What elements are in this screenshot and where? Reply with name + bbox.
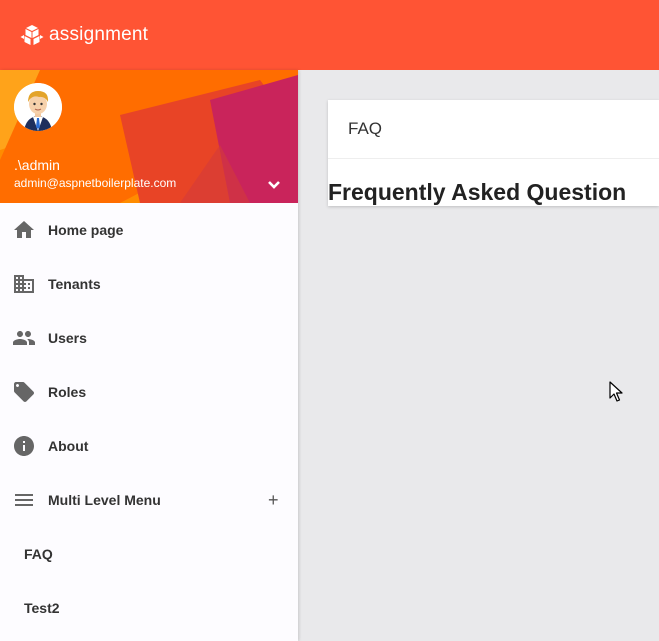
- sidebar: .\admin admin@aspnetboilerplate.com Home…: [0, 70, 298, 641]
- user-name: .\admin: [14, 157, 60, 173]
- sidebar-item-label: FAQ: [24, 546, 53, 562]
- expand-plus-icon[interactable]: +: [268, 490, 279, 511]
- sidebar-item-label: Tenants: [48, 276, 101, 292]
- user-email: admin@aspnetboilerplate.com: [14, 176, 177, 190]
- app-logo-icon[interactable]: [20, 24, 44, 46]
- home-icon: [14, 221, 34, 238]
- avatar[interactable]: [14, 83, 62, 131]
- sidebar-item-users[interactable]: Users: [0, 311, 298, 365]
- sidebar-item-label: About: [48, 438, 89, 454]
- chevron-down-icon[interactable]: [264, 178, 284, 192]
- sidebar-item-tenants[interactable]: Tenants: [0, 257, 298, 311]
- sidebar-item-test2[interactable]: Test2: [0, 581, 298, 635]
- user-avatar-image: [14, 83, 62, 131]
- card-title: FAQ: [348, 119, 383, 138]
- sidebar-menu: Home page Tenants Users Roles About Mult…: [0, 203, 298, 635]
- sidebar-item-label: Users: [48, 330, 87, 346]
- sidebar-item-multi-level-menu[interactable]: Multi Level Menu +: [0, 473, 298, 527]
- page-heading: Frequently Asked Question: [328, 179, 627, 205]
- sidebar-item-label: Multi Level Menu: [48, 492, 161, 508]
- faq-card: FAQ Frequently Asked Question: [328, 100, 659, 206]
- sidebar-item-label: Home page: [48, 222, 124, 238]
- card-header: FAQ: [328, 100, 659, 159]
- mouse-cursor-icon: [609, 381, 623, 402]
- sidebar-item-faq[interactable]: FAQ: [0, 527, 298, 581]
- top-app-bar: assignment: [0, 0, 659, 70]
- sidebar-item-label: Test2: [24, 600, 60, 616]
- tag-icon: [14, 382, 34, 402]
- info-icon: [14, 436, 34, 456]
- sidebar-item-home-page[interactable]: Home page: [0, 203, 298, 257]
- menu-icon: [15, 494, 33, 506]
- sidebar-item-label: Roles: [48, 384, 87, 400]
- app-title[interactable]: assignment: [49, 24, 148, 46]
- people-icon: [13, 331, 35, 345]
- building-icon: [14, 275, 34, 293]
- sidebar-item-roles[interactable]: Roles: [0, 365, 298, 419]
- user-info-panel: .\admin admin@aspnetboilerplate.com: [0, 70, 298, 203]
- sidebar-item-about[interactable]: About: [0, 419, 298, 473]
